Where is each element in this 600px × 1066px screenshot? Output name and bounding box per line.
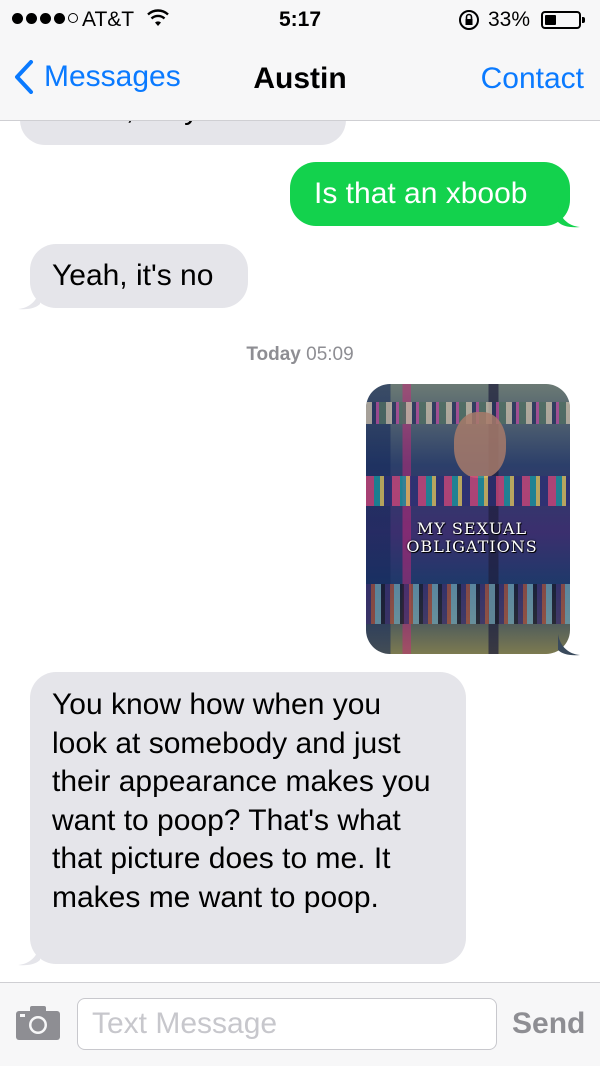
battery-percent: 33% bbox=[488, 8, 531, 31]
camera-icon[interactable] bbox=[15, 1005, 61, 1041]
image-glitch-band bbox=[366, 584, 570, 624]
top-bar: AT&T 5:17 33% Messages Austin Contact bbox=[0, 0, 600, 121]
bubble-tail bbox=[558, 634, 580, 656]
bubble-tail bbox=[18, 288, 40, 310]
image-figure bbox=[454, 412, 506, 478]
navigation-bar: Messages Austin Contact bbox=[0, 40, 600, 120]
incoming-message: You know how when you look at somebody a… bbox=[30, 672, 466, 964]
incoming-message: Yeah, it's no bbox=[30, 244, 248, 308]
image-glitch-band bbox=[366, 476, 570, 506]
lock-rotation-icon bbox=[459, 10, 479, 30]
battery-icon bbox=[541, 11, 585, 29]
status-bar: AT&T 5:17 33% bbox=[0, 0, 600, 40]
bubble-tail bbox=[18, 944, 40, 966]
outgoing-message: Is that an xboob bbox=[290, 162, 570, 226]
message-field-container bbox=[77, 998, 497, 1050]
message-input[interactable] bbox=[78, 999, 496, 1049]
message-composer: Send bbox=[0, 982, 600, 1066]
bubble-tail bbox=[558, 206, 580, 228]
image-attachment[interactable]: MY SEXUAL OBLIGATIONS bbox=[366, 384, 570, 654]
contact-button[interactable]: Contact bbox=[481, 62, 584, 96]
send-button[interactable]: Send bbox=[512, 1007, 585, 1041]
image-caption: MY SEXUAL OBLIGATIONS bbox=[406, 519, 538, 556]
message-timestamp: Today 05:09 bbox=[246, 344, 354, 365]
